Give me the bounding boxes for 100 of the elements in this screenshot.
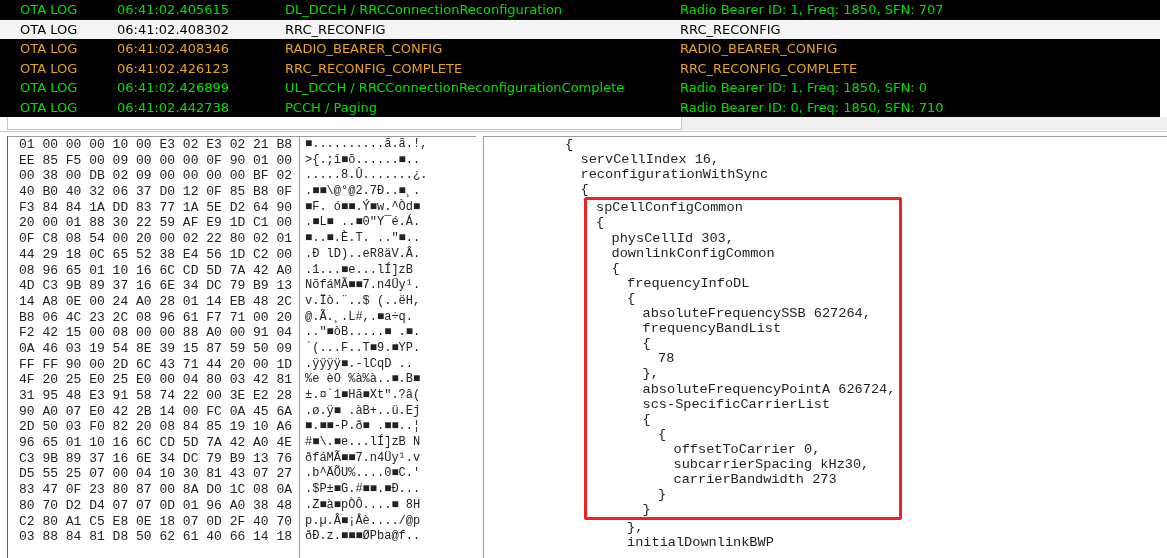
ascii-text: .ÿÿÿÿ■.-lCqD .. — [305, 356, 415, 373]
log-time: 06:41:02.442738 — [117, 99, 231, 115]
log-type: OTA LOG — [19, 21, 79, 37]
ascii-text: @.Ã.¸.L#,.■a÷q. — [305, 309, 415, 326]
hex-bytes: 96 65 01 10 16 6C CD 5D 7A 42 A0 4E — [19, 435, 294, 451]
ascii-text: p.µ.Â■¡Åè..../@p — [305, 513, 422, 530]
log-name: RRC_RECONFIG — [285, 21, 387, 37]
hex-bytes: 03 88 84 81 D8 50 62 61 40 66 14 18 — [19, 529, 294, 545]
code-line: downlinkConfigCommon — [611, 245, 775, 261]
hex-bytes: 4F 20 25 E0 25 E0 00 04 80 03 42 81 — [19, 372, 294, 388]
log-info: RRC_RECONFIG — [680, 21, 781, 37]
code-line: scs-SpecificCarrierList — [642, 396, 831, 412]
ascii-text: .."■òB.....■ .■. — [305, 325, 422, 341]
scrollbar[interactable] — [682, 117, 1167, 130]
code-line: servCellIndex 16, — [580, 152, 720, 168]
log-time: 06:41:02.426899 — [117, 80, 231, 96]
log-row[interactable]: OTA LOG 06:41:02.426123 RRC_RECONFIG_COMPLETE RRC_RECONFIG_COMPLETE — [0, 58, 1160, 78]
log-row[interactable]: OTA LOG 06:41:02.405615 DL_DCCH / RRCConnectionReconfiguration Radio Bearer ID: 1, Freq: 1850, SFN: 707 — [0, 0, 1160, 20]
ascii-text: ±.¤`1■Hã■Xt".?â( — [305, 388, 422, 404]
ascii-text: .....8.Û.......¿. — [305, 168, 428, 185]
hex-bytes: 14 A8 0E 00 24 A0 28 01 14 EB 48 2C — [19, 293, 294, 310]
hex-bytes: FF FF 90 00 2D 6C 43 71 44 20 00 1D — [19, 356, 294, 373]
ascii-text: .ø.ÿ■ .àB+..ü.Ej — [305, 403, 422, 420]
ascii-text: ■..■.È.T. .."■.. — [305, 231, 422, 246]
log-time: 06:41:02.408302 — [117, 21, 231, 37]
log-type: OTA LOG — [19, 41, 79, 57]
hex-bytes: 44 29 18 0C 65 52 38 E4 56 1D C2 00 — [19, 246, 294, 263]
hex-bytes: 08 96 65 01 10 16 6C CD 5D 7A 42 A0 — [19, 262, 294, 279]
hex-bytes: EE 85 F5 00 09 00 00 00 0F 90 01 00 — [19, 152, 294, 169]
ascii-text: %e èO %à%à..■.B■ — [305, 372, 422, 388]
ascii-text: .b^ÄÕU%....0■C.' — [305, 466, 422, 483]
log-row[interactable]: OTA LOG 06:41:02.408346 RADIO_BEARER_CONFIG RADIO_BEARER_CONFIG — [0, 39, 1160, 59]
hex-bytes: 83 47 0F 23 80 87 00 8A D0 1C 08 0A — [19, 482, 294, 498]
log-info: Radio Bearer ID: 0, Freq: 1850, SFN: 710 — [680, 99, 944, 115]
log-type: OTA LOG — [19, 2, 79, 18]
hex-bytes: F2 42 15 00 08 00 00 88 A0 00 91 04 — [19, 325, 294, 341]
code-line: initialDownlinkBWP — [627, 535, 774, 551]
hex-bytes: F3 84 84 1A DD 83 77 1A 5E D2 64 90 — [19, 199, 294, 216]
code-line: carrierBandwidth 273 — [673, 472, 837, 488]
scrollbar[interactable] — [7, 117, 682, 130]
log-row[interactable]: OTA LOG 06:41:02.426899 UL_DCCH / RRCConnectionReconfigurationComplete Radio Bearer ID: 1, Freq: 1850, SFN: 0 — [0, 78, 1160, 98]
log-row[interactable]: OTA LOG 06:41:02.408302 RRC_RECONFIG RRC_RECONFIG — [0, 19, 1160, 39]
hex-bytes: 4D C3 9B 89 37 16 6E 34 DC 79 B9 13 — [19, 278, 294, 294]
code-line: 78 — [658, 351, 675, 367]
hex-bytes: 0F C8 08 54 00 20 00 02 22 80 02 01 — [19, 231, 294, 247]
code-line: }, — [642, 366, 659, 382]
ascii-text: v.Ïò.¨..$ (..ëH, — [305, 293, 422, 309]
code-line: spCellConfigCommon — [596, 200, 743, 216]
ascii-text: .Z■à■pÒÔ....■ 8H — [305, 497, 422, 513]
log-time: 06:41:02.426123 — [117, 60, 231, 76]
code-line: frequencyInfoDL — [627, 275, 750, 291]
code-line: subcarrierSpacing kHz30, — [673, 456, 870, 472]
code-line: reconfigurationWithSync — [580, 167, 769, 183]
hex-bytes: B8 06 4C 23 2C 08 96 61 F7 71 00 20 — [19, 309, 294, 326]
hex-bytes: 90 A0 07 E0 42 2B 14 00 FC 0A 45 6A — [19, 403, 294, 420]
code-line: { — [611, 260, 620, 276]
ascii-text: #■\.■e...lÍ]zB N — [305, 435, 422, 450]
code-line: absoluteFrequencySSB 627264, — [642, 306, 871, 322]
code-line: offsetToCarrier 0, — [673, 441, 821, 457]
hex-bytes: C2 80 A1 C5 E8 0E 18 07 0D 2F 40 70 — [19, 513, 294, 530]
ascii-text: ■..........ã.ã.!, — [305, 137, 428, 153]
log-type: OTA LOG — [19, 80, 79, 96]
hex-bytes: 2D 50 03 F0 82 20 08 84 85 19 10 A6 — [19, 419, 294, 436]
log-name: DL_DCCH / RRCConnectionReconfiguration — [285, 2, 564, 18]
code-line: frequencyBandList — [642, 321, 782, 337]
hex-bytes: 01 00 00 00 10 00 E3 02 E3 02 21 B8 — [19, 137, 294, 153]
log-name: PCCH / Paging — [285, 99, 378, 115]
ascii-text: .■■\@°@2.7Ð..■¸. — [305, 184, 422, 199]
code-line: physCellId 303, — [611, 230, 734, 246]
log-name: RRC_RECONFIG_COMPLETE — [285, 60, 464, 76]
ascii-text: ■.■■-P.ð■ .■■..¦ — [305, 419, 422, 434]
code-line: { — [642, 411, 651, 427]
log-time: 06:41:02.405615 — [117, 2, 231, 18]
log-info: RADIO_BEARER_CONFIG — [680, 41, 838, 57]
ascii-text: .Ð lD)..eR8äV.Â. — [305, 246, 422, 262]
log-name: UL_DCCH / RRCConnectionReconfigurationComplete — [285, 80, 626, 96]
log-info: Radio Bearer ID: 1, Freq: 1850, SFN: 0 — [680, 80, 927, 96]
code-line: { — [658, 426, 667, 442]
hex-bytes: 0A 46 03 19 54 8E 39 15 87 59 50 09 — [19, 340, 294, 357]
ascii-text: ðÐ.z.■■■ØPba@f.. — [305, 529, 422, 545]
log-info: RRC_RECONFIG_COMPLETE — [680, 60, 858, 76]
hex-bytes: D5 55 25 07 00 04 10 30 81 43 07 27 — [19, 466, 294, 483]
log-type: OTA LOG — [19, 60, 79, 76]
ascii-text: ■F. ó■■.Ý■w.^Òd■ — [305, 199, 422, 214]
code-line: }, — [627, 520, 644, 536]
hex-bytes: 40 B0 40 32 06 37 D0 12 0F 85 B8 0F — [19, 184, 294, 200]
code-line: { — [642, 336, 651, 352]
code-line: { — [627, 290, 636, 306]
log-type: OTA LOG — [19, 99, 79, 115]
log-name: RADIO_BEARER_CONFIG — [285, 41, 444, 57]
log-row[interactable]: OTA LOG 06:41:02.442738 PCCH / Paging Radio Bearer ID: 0, Freq: 1850, SFN: 710 — [0, 97, 1160, 117]
hex-bytes: 31 95 48 E3 91 58 74 22 00 3E E2 28 — [19, 388, 294, 404]
ascii-text: .1...■e...lÍ]zB — [305, 262, 415, 277]
code-line: { — [565, 137, 574, 152]
hex-bytes: 20 00 01 88 30 22 59 AF E9 1D C1 00 — [19, 215, 294, 232]
code-line: } — [642, 502, 651, 518]
log-info: Radio Bearer ID: 1, Freq: 1850, SFN: 707 — [680, 2, 944, 18]
ascii-text: .$P±■G.#■■.■Ð... — [305, 482, 422, 497]
hex-bytes: 80 70 D2 D4 07 07 0D 01 96 A0 38 48 — [19, 497, 294, 514]
hex-bytes: 00 38 00 DB 02 09 00 00 00 00 BF 02 — [19, 168, 294, 185]
